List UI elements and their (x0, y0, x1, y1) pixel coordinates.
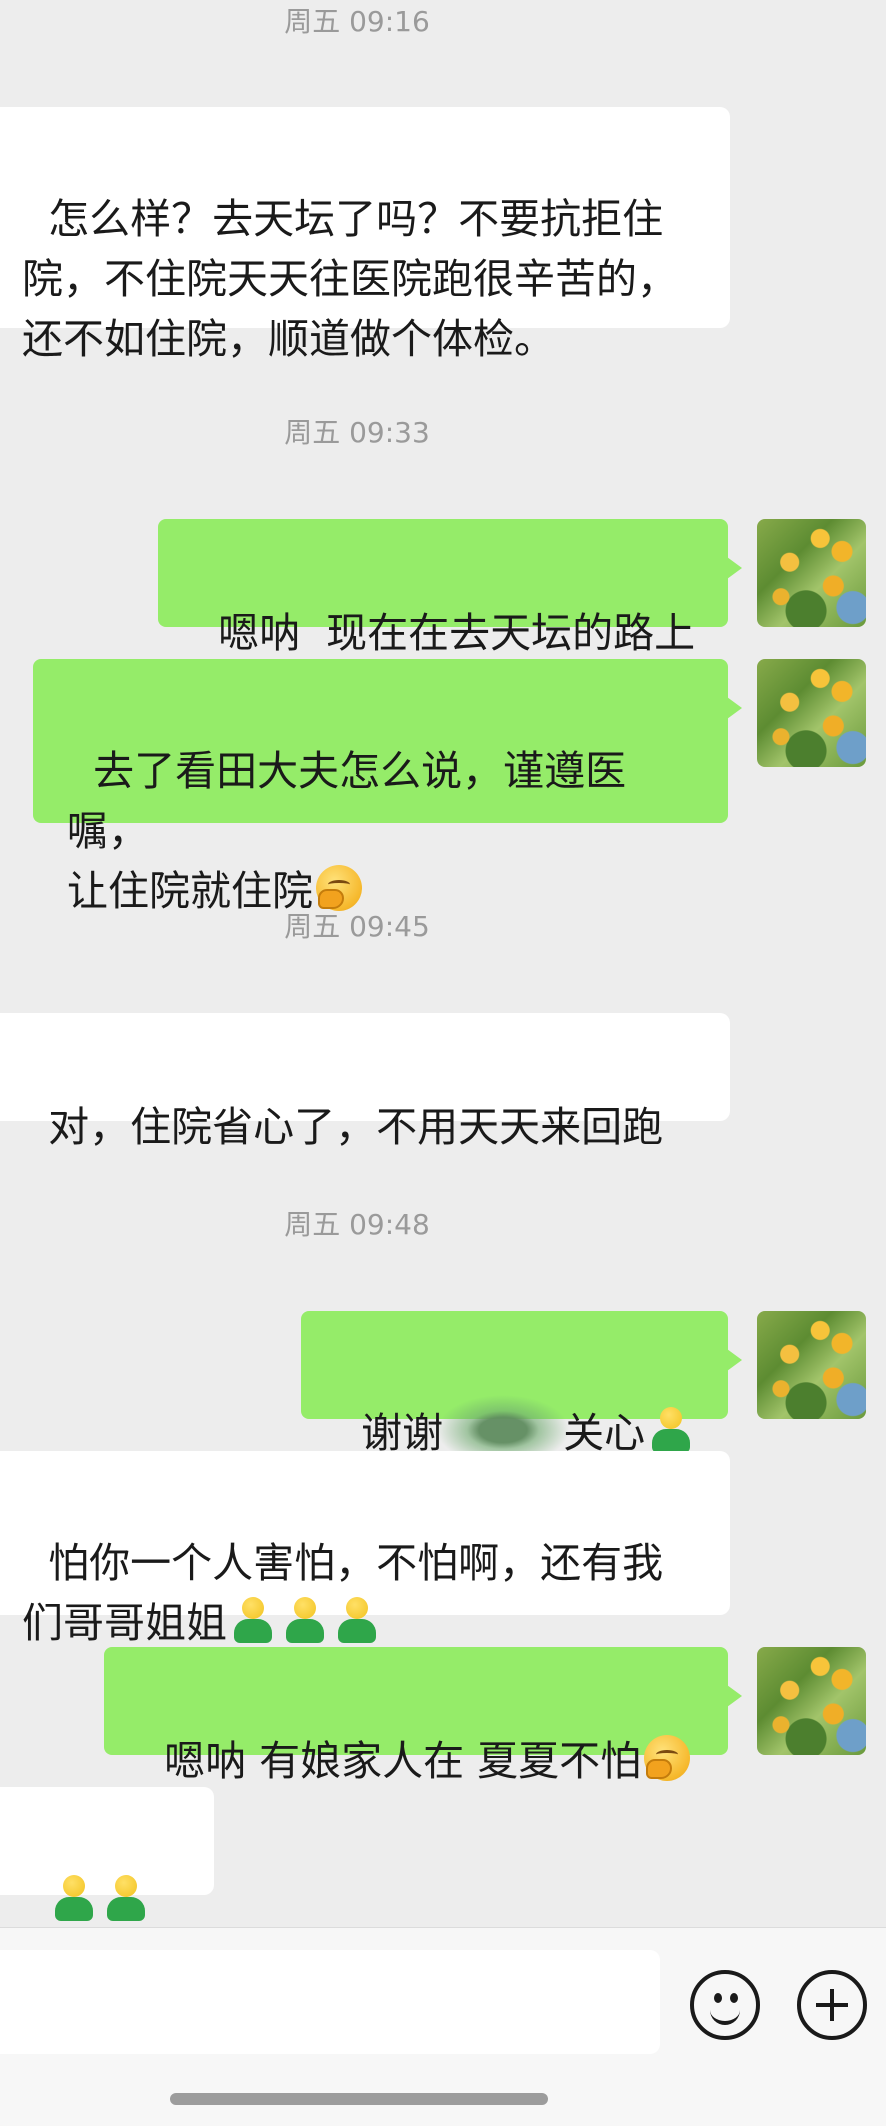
plus-icon[interactable] (797, 1970, 867, 2040)
hand-over-mouth-emoji-icon (316, 865, 362, 911)
green-person-emoji-icon (282, 1597, 328, 1643)
timestamp: 周五 09:16 (284, 5, 430, 38)
message-text: 对，住院省心了，不用天天来回跑 (48, 1103, 664, 1151)
incoming-message-bubble[interactable] (0, 1787, 214, 1981)
user-avatar[interactable] (757, 659, 866, 767)
home-indicator[interactable] (170, 2093, 548, 2105)
smile-icon[interactable] (690, 1970, 760, 2040)
user-avatar[interactable] (757, 1311, 866, 1419)
incoming-message-bubble[interactable]: 怎么样？去天坛了吗？不要抗拒住 院，不住院天天往医院跑很辛苦的， 还不如住院，顺… (0, 107, 730, 363)
message-text: 关心 (563, 1409, 646, 1457)
outgoing-message-bubble[interactable]: 谢谢 关心 (301, 1311, 742, 1465)
green-person-emoji-icon (230, 1597, 276, 1643)
outgoing-message-bubble[interactable]: 嗯呐 现在在去天坛的路上 (158, 519, 742, 657)
green-person-emoji-icon (103, 1875, 149, 1921)
timestamp: 周五 09:48 (284, 1208, 430, 1241)
hand-over-mouth-emoji-icon (644, 1735, 691, 1781)
user-avatar[interactable] (757, 1647, 866, 1755)
message-text: 嗯呐 有娘家人在 夏夏不怕 (164, 1737, 642, 1785)
incoming-message-bubble[interactable]: 对，住院省心了，不用天天来回跑 (0, 1013, 730, 1151)
green-person-emoji-icon (334, 1597, 380, 1643)
message-text: 嗯呐 现在在去天坛的路上 (218, 609, 696, 657)
timestamp: 周五 09:33 (284, 416, 430, 449)
green-person-emoji-icon (51, 1875, 97, 1921)
message-text: 谢谢 (361, 1409, 444, 1457)
message-input[interactable] (0, 1950, 660, 2054)
incoming-message-bubble[interactable]: 怕你一个人害怕，不怕啊，还有我 们哥哥姐姐 (0, 1451, 730, 1647)
green-person-emoji-icon (648, 1407, 694, 1453)
outgoing-message-bubble[interactable]: 嗯呐 有娘家人在 夏夏不怕 (104, 1647, 742, 1785)
message-text: 怎么样？去天坛了吗？不要抗拒住 院，不住院天天往医院跑很辛苦的， 还不如住院，顺… (22, 195, 678, 363)
user-avatar[interactable] (757, 519, 866, 627)
outgoing-message-bubble[interactable]: 去了看田大夫怎么说，谨遵医嘱， 让住院就住院 (33, 659, 742, 915)
